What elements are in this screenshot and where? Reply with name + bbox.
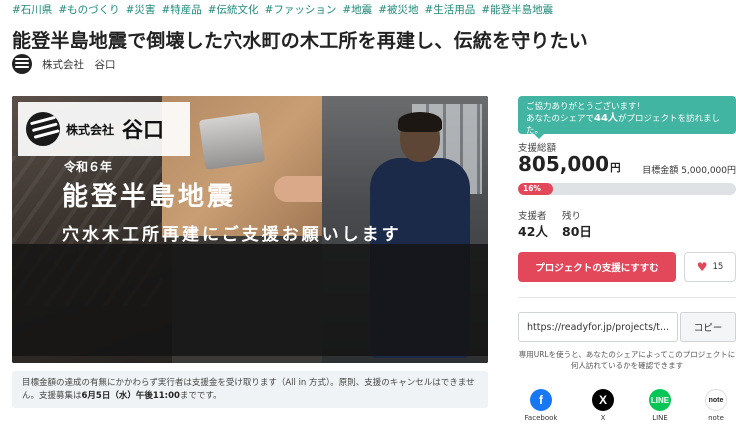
- like-count: 15: [712, 262, 724, 272]
- tag-link[interactable]: #地震: [342, 2, 372, 17]
- tag-list: #石川県 #ものづくり #災害 #特産品 #伝統文化 #ファッション #地震 #…: [12, 2, 553, 17]
- project-owner[interactable]: 株式会社 谷口: [12, 54, 116, 74]
- tag-link[interactable]: #生活用品: [425, 2, 476, 17]
- banner-subline: 穴水木工所再建にご支援お願いします: [62, 225, 402, 245]
- like-button[interactable]: ♥ 15: [684, 252, 736, 282]
- owner-avatar[interactable]: [12, 54, 32, 74]
- facebook-label: Facebook: [524, 414, 558, 422]
- copy-button[interactable]: コピー: [680, 312, 736, 342]
- logo-name-text: 谷口: [122, 117, 165, 142]
- banner-era: 令和６年: [64, 160, 113, 174]
- share-thanks-note: ご協力ありがとうございます！ あなたのシェアで44人がプロジェクトを訪れました。: [518, 96, 736, 139]
- share-note-service[interactable]: note note: [694, 389, 736, 422]
- x-icon[interactable]: X: [592, 389, 614, 411]
- line-label: LINE: [652, 414, 668, 422]
- progress-bar: 16%: [518, 183, 736, 195]
- supporters-label: 支援者: [518, 211, 547, 222]
- line-icon[interactable]: LINE: [649, 389, 671, 411]
- heart-icon: ♥: [696, 260, 708, 274]
- remaining-label: 残り: [562, 211, 582, 222]
- total-amount-value: 805,000: [518, 152, 610, 176]
- support-project-button[interactable]: プロジェクトの支援にすすむ: [518, 252, 676, 282]
- tag-link[interactable]: #ものづくり: [58, 2, 119, 17]
- x-label: X: [600, 414, 606, 422]
- share-url-note: 専用URLを使うと、あなたのシェアによってこのプロジェクトに何人訪れているかを確…: [518, 350, 736, 370]
- tag-link[interactable]: #能登半島地震: [481, 2, 553, 17]
- notice-text-end: までです。: [179, 391, 222, 401]
- divider: [518, 297, 736, 298]
- share-thanks-line: ご協力ありがとうございます！: [526, 102, 646, 112]
- share-line[interactable]: LINE LINE: [638, 389, 682, 422]
- banner-headline: 能登半島地震: [62, 182, 237, 212]
- sewing-machine: [198, 112, 266, 170]
- note-icon[interactable]: note: [705, 389, 727, 411]
- progress-fill: 16%: [518, 183, 553, 195]
- tag-link[interactable]: #石川県: [12, 2, 52, 17]
- remaining-value: 80日: [562, 224, 592, 239]
- tag-link[interactable]: #特産品: [161, 2, 201, 17]
- goal-label: 目標金額: [642, 166, 679, 176]
- tag-link[interactable]: #被災地: [378, 2, 418, 17]
- logo-company-text: 株式会社: [66, 122, 115, 137]
- share-visits-prefix: あなたのシェアで: [526, 114, 595, 124]
- owner-name[interactable]: 株式会社 谷口: [42, 57, 116, 72]
- project-title: 能登半島地震で倒壊した穴水町の木工所を再建し、伝統を守りたい: [12, 30, 589, 52]
- note-label: note: [708, 414, 724, 422]
- tag-link[interactable]: #ファッション: [265, 2, 337, 17]
- company-logo-plate: 株式会社 谷口: [18, 102, 190, 156]
- goal-value: 5,000,000円: [681, 166, 736, 176]
- tag-link[interactable]: #伝統文化: [208, 2, 259, 17]
- share-visits-count: 44人: [594, 113, 618, 124]
- share-facebook[interactable]: f Facebook: [519, 389, 563, 422]
- hero-banner: [12, 244, 488, 356]
- supporters-value: 42人: [518, 224, 548, 239]
- goal-amount: 目標金額 5,000,000円: [606, 163, 736, 176]
- share-visits-line: あなたのシェアで44人がプロジェクトを訪れました。: [526, 113, 728, 137]
- craftsman-hair: [398, 112, 442, 132]
- company-logo-icon: [26, 112, 60, 146]
- share-x[interactable]: X X: [581, 389, 625, 422]
- notice-deadline: 6月5日（水）午後11:00: [81, 391, 180, 401]
- share-url-field[interactable]: https://readyfor.jp/projects/t...: [518, 312, 678, 342]
- funding-notice: 目標金額の達成の有無にかかわらず実行者は支援金を受け取ります（All in 方式…: [12, 371, 488, 408]
- facebook-icon[interactable]: f: [530, 389, 552, 411]
- tag-link[interactable]: #災害: [126, 2, 156, 17]
